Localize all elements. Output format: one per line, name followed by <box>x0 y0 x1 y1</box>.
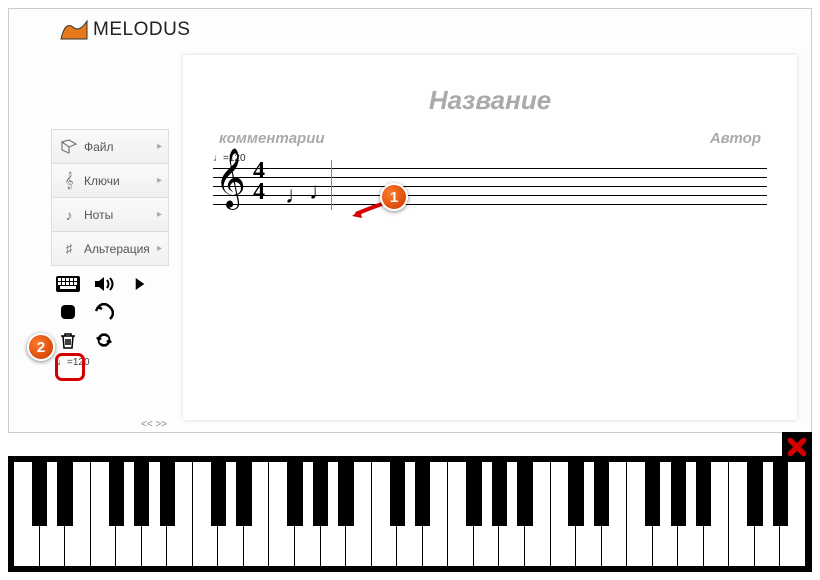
black-key[interactable] <box>568 462 583 526</box>
sidebar-item-file[interactable]: Файл ▸ <box>51 129 169 164</box>
score-area[interactable]: Название комментарии Автор ♩=120 𝄞 4 4 ♩… <box>183 55 797 420</box>
sidebar-item-label: Ноты <box>84 208 113 222</box>
sidebar-item-keys[interactable]: 𝄞 Ключи ▸ <box>51 163 169 198</box>
black-key[interactable] <box>109 462 124 526</box>
black-key[interactable] <box>160 462 175 526</box>
tempo-mark: ♩=120 <box>213 153 767 164</box>
black-key[interactable] <box>32 462 47 526</box>
sharp-icon: ♯ <box>60 240 78 258</box>
file-icon <box>60 138 78 156</box>
black-key[interactable] <box>57 462 72 526</box>
piano-keyboard <box>8 456 812 572</box>
black-key[interactable] <box>671 462 686 526</box>
sidebar-item-label: Ключи <box>84 174 120 188</box>
nav-arrows[interactable]: << >> <box>141 419 167 430</box>
delete-button[interactable] <box>55 329 81 351</box>
sidebar-item-alteration[interactable]: ♯ Альтерация ▸ <box>51 231 169 266</box>
app-name: MELODUS <box>93 19 190 41</box>
black-key[interactable] <box>236 462 251 526</box>
header: MELODUS <box>9 9 811 51</box>
black-key[interactable] <box>466 462 481 526</box>
note-icon: ♪ <box>60 206 78 224</box>
sidebar-item-notes[interactable]: ♪ Ноты ▸ <box>51 197 169 232</box>
music-staff[interactable]: 𝄞 4 4 ♩ ♩ <box>213 164 767 208</box>
black-key[interactable] <box>338 462 353 526</box>
black-key[interactable] <box>747 462 762 526</box>
stop-button[interactable] <box>55 301 81 323</box>
note-2[interactable]: ♩ <box>309 178 333 206</box>
black-key[interactable] <box>594 462 609 526</box>
chevron-right-icon: ▸ <box>157 243 162 254</box>
black-key[interactable] <box>492 462 507 526</box>
black-key[interactable] <box>390 462 405 526</box>
time-signature: 4 4 <box>253 161 265 203</box>
keyboard-toggle-button[interactable] <box>55 273 81 295</box>
app-logo-icon <box>59 19 89 41</box>
refresh-button[interactable] <box>91 329 117 351</box>
callout-arrow-1 <box>350 200 384 220</box>
chevron-right-icon: ▸ <box>157 209 162 220</box>
sidebar-item-label: Файл <box>84 140 114 154</box>
callout-1: 1 <box>380 183 408 211</box>
black-key[interactable] <box>211 462 226 526</box>
clef-icon: 𝄞 <box>60 172 78 190</box>
score-author[interactable]: Автор <box>710 130 761 147</box>
insertion-cursor <box>331 160 332 210</box>
highlight-delete <box>55 353 85 381</box>
black-key[interactable] <box>134 462 149 526</box>
chevron-right-icon: ▸ <box>157 141 162 152</box>
score-title[interactable]: Название <box>213 85 767 116</box>
callout-2: 2 <box>27 333 55 361</box>
black-key[interactable] <box>517 462 532 526</box>
note-1[interactable]: ♩ <box>285 182 309 210</box>
black-key[interactable] <box>696 462 711 526</box>
treble-clef: 𝄞 <box>215 152 246 204</box>
piano-close-button[interactable] <box>782 432 812 462</box>
black-key[interactable] <box>287 462 302 526</box>
black-key[interactable] <box>415 462 430 526</box>
sidebar-item-label: Альтерация <box>84 242 150 256</box>
play-button[interactable] <box>127 273 153 295</box>
sidebar: Файл ▸ 𝄞 Ключи ▸ ♪ Ноты ▸ ♯ Альтерация ▸ <box>9 51 169 424</box>
black-key[interactable] <box>645 462 660 526</box>
sound-button[interactable] <box>91 273 117 295</box>
chevron-right-icon: ▸ <box>157 175 162 186</box>
black-key[interactable] <box>313 462 328 526</box>
score-comments[interactable]: комментарии <box>219 130 325 147</box>
undo-button[interactable] <box>91 301 117 323</box>
black-key[interactable] <box>773 462 788 526</box>
